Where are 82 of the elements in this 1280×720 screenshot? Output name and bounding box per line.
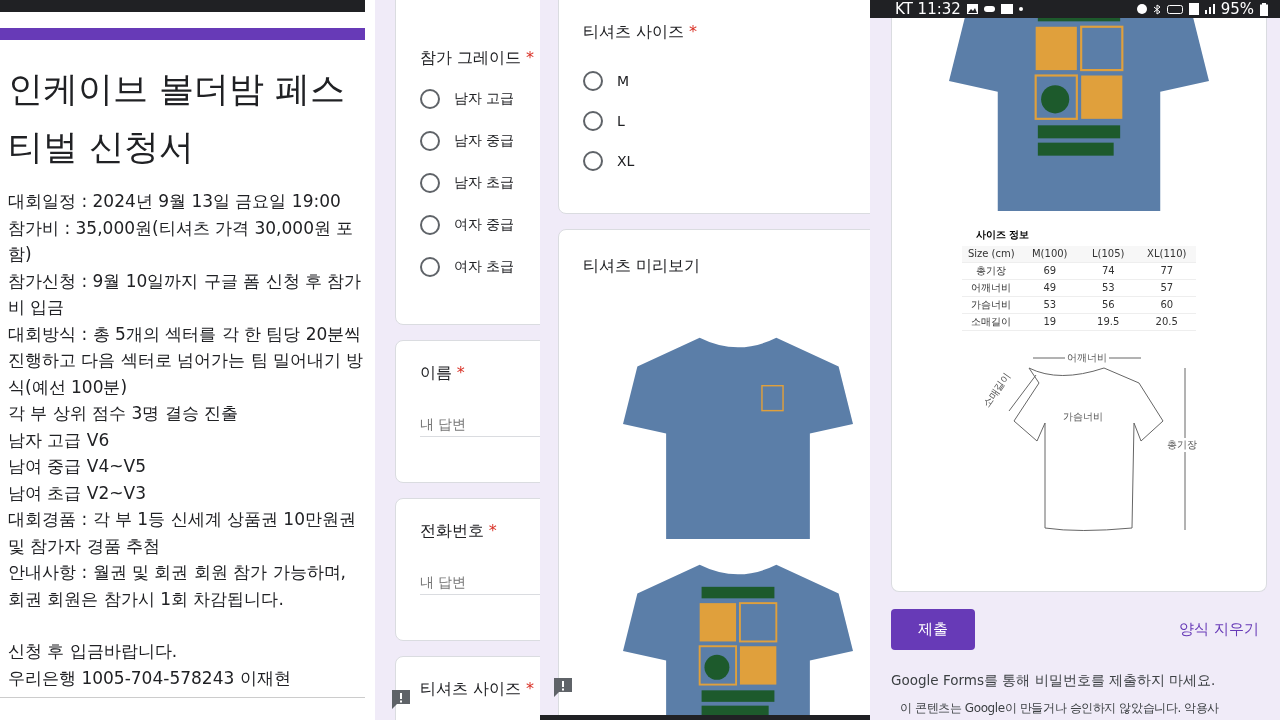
payment-note: 신청 후 입금바랍니다. [8, 640, 179, 663]
description-line: 남여 초급 V2~V3 [8, 481, 147, 505]
question-title: 이름 [420, 363, 452, 382]
signal-icon [1204, 4, 1215, 14]
radio-button[interactable] [420, 257, 440, 277]
table-header: Size (cm) [966, 247, 1016, 262]
table-cell-text: 74 [1100, 264, 1116, 279]
payment-note: 우리은행 1005-704-578243 이재현 [8, 666, 292, 690]
diagram-label: 어깨너비 [1067, 351, 1107, 366]
submit-button[interactable]: 제출 [891, 609, 975, 650]
table-cell-text: 56 [1100, 298, 1116, 313]
table-cell-text: 소매길이 [970, 315, 1013, 330]
hd-icon [1166, 4, 1183, 14]
description-line: 참가비 : 35,000원(티셔츠 가격 30,000원 포함) [8, 216, 355, 266]
question-title: 티셔츠 사이즈 [583, 22, 685, 41]
dot-icon [1018, 7, 1023, 11]
table-cell-text: 57 [1159, 281, 1175, 296]
description-line: 각 부 상위 점수 3명 결승 진출 [8, 402, 240, 425]
table-cell-text: 53 [1042, 298, 1058, 313]
question-title: 참가 그레이드 [420, 48, 522, 67]
question-title: 전화번호 [420, 521, 484, 540]
description-line: 대회방식 : 총 5개의 섹터를 각 한 팀당 20분씩 진행하고 다음 섹터로 넘어가는 팀 밀어내기 방식(예선 100분) [8, 322, 365, 399]
description-line: 대회일정 : 2024년 9월 13일 금요일 19:00 [8, 190, 342, 213]
radio-button[interactable] [420, 173, 440, 193]
description-line: 참가신청 : 9월 10일까지 구글 폼 신청 후 참가비 입금 [8, 269, 363, 319]
image-icon [966, 4, 978, 14]
description-line: 대회경품 : 각 부 1등 신세계 상품권 10만원권 및 참가자 경품 추첨 [8, 508, 357, 558]
feedback-icon[interactable] [390, 688, 412, 710]
radio-button[interactable] [420, 89, 440, 109]
required-asterisk: * [488, 521, 497, 540]
option-label: 남자 초급 [454, 174, 515, 192]
table-cell-text: 69 [1042, 264, 1058, 279]
footer-note: 이 콘텐츠는 Google이 만들거나 승인하지 않았습니다. 악용사 [900, 700, 1221, 717]
radio-button[interactable] [583, 151, 603, 171]
network-icon [1188, 3, 1199, 15]
table-cell-text: 가슴너비 [970, 298, 1013, 313]
table-header: L(105) [1091, 247, 1126, 262]
table-cell-text: 49 [1042, 281, 1058, 296]
bluetooth-icon [1152, 3, 1161, 15]
option-label: 남자 중급 [454, 132, 515, 150]
description-line: 남자 고급 V6 [8, 428, 111, 452]
option-label: XL [617, 153, 635, 169]
pay-icon [1000, 4, 1013, 14]
table-cell-text: 19.5 [1096, 315, 1121, 330]
table-header: XL(110) [1146, 247, 1188, 262]
chart-title: 사이즈 정보 [975, 228, 1031, 243]
table-cell-text: 19 [1042, 315, 1058, 330]
footer-note: Google Forms를 통해 비밀번호를 제출하지 마세요. [891, 672, 1217, 690]
description-line: 남여 중급 V4~V5 [8, 455, 147, 478]
feedback-icon[interactable] [552, 676, 574, 698]
question-title: 티셔츠 미리보기 [583, 256, 702, 277]
description-line: 안내사항 : 월권 및 회권 회원 참가 가능하며, 회권 회원은 참가시 1회 차감됩니다. [8, 561, 347, 611]
form-title: 인케이브 볼더밤 페스티벌 신청서 [8, 68, 347, 169]
required-asterisk: * [688, 22, 697, 41]
battery-level: 95% [1220, 0, 1254, 18]
required-asterisk: * [525, 48, 534, 67]
required-asterisk: * [525, 679, 534, 698]
table-cell-text: 53 [1100, 281, 1116, 296]
option-label: 여자 중급 [454, 216, 515, 234]
question-title: 티셔츠 사이즈 [420, 679, 522, 698]
table-cell-text: 60 [1159, 298, 1175, 313]
required-asterisk: * [456, 363, 465, 382]
pill-icon [983, 6, 995, 12]
table-cell-text: 77 [1159, 264, 1175, 279]
diagram-label: 가슴너비 [1063, 410, 1103, 425]
radio-button[interactable] [420, 215, 440, 235]
carrier-time: KT 11:32 [895, 0, 961, 18]
clear-form-link[interactable]: 양식 지우기 [1179, 620, 1259, 639]
radio-button[interactable] [583, 111, 603, 131]
option-label: 남자 고급 [454, 90, 515, 108]
radio-button[interactable] [420, 131, 440, 151]
option-label: 여자 초급 [454, 258, 515, 276]
option-label: M [617, 73, 630, 89]
radio-button[interactable] [583, 71, 603, 91]
diagram-label: 총기장 [1167, 438, 1197, 453]
battery-icon [1260, 2, 1268, 16]
alarm-icon [1136, 4, 1147, 14]
table-cell-text: 어깨너비 [970, 281, 1013, 296]
table-cell-text: 20.5 [1154, 315, 1179, 330]
table-cell-text: 총기장 [975, 264, 1008, 279]
option-label: L [617, 113, 625, 129]
table-header: M(100) [1031, 247, 1069, 262]
